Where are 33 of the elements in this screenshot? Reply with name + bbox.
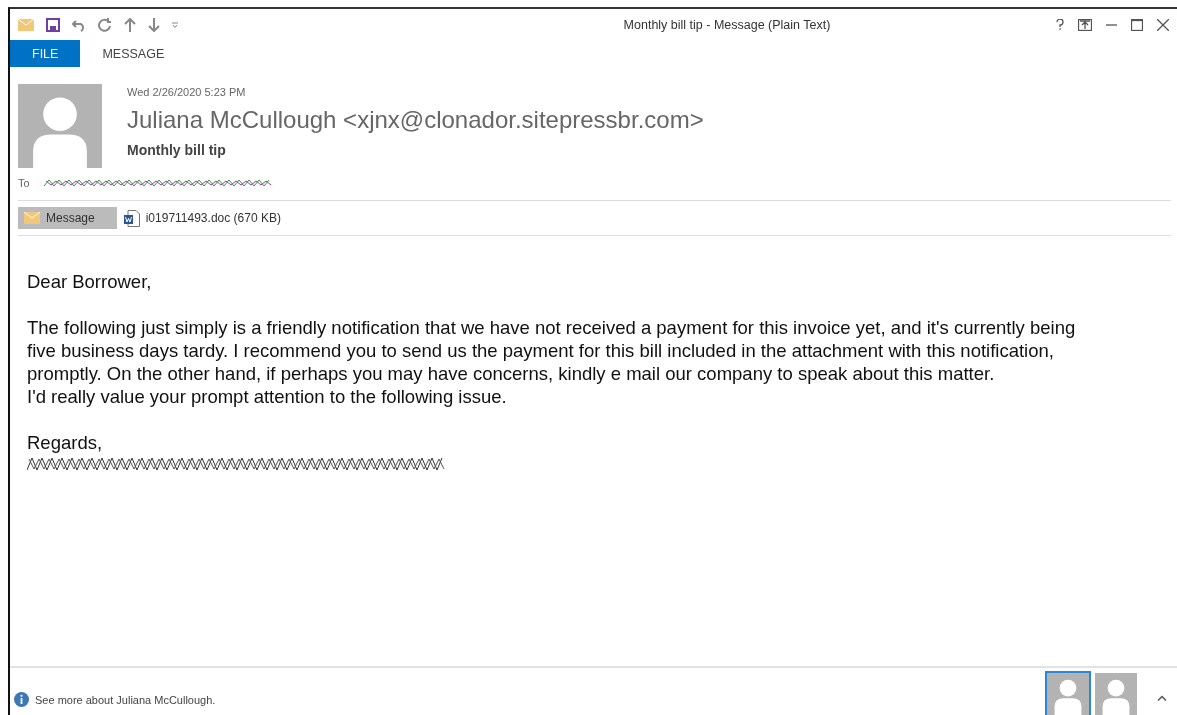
ribbon-tab[interactable]: MESSAGE	[80, 40, 187, 67]
body-text: I'd really value your prompt attention to the following issue.	[27, 385, 508, 408]
customize-icon[interactable]	[172, 21, 178, 28]
close-icon[interactable]	[1157, 18, 1169, 31]
contact-avatar[interactable]	[1045, 671, 1091, 715]
attachment-item[interactable]: i019711493.doc (670 KB)	[121, 207, 283, 229]
arrow-down-icon[interactable]	[148, 17, 160, 32]
redo-icon[interactable]	[98, 17, 112, 32]
info-icon	[14, 692, 29, 707]
window-title: Monthly bill tip - Message (Plain Text)	[622, 17, 832, 32]
message-subject: Monthly bill tip	[127, 142, 227, 158]
envelope-icon	[24, 212, 40, 224]
body-text: Regards,	[27, 431, 104, 454]
collapse-icon[interactable]	[1157, 695, 1167, 701]
minimize-icon[interactable]	[1106, 23, 1117, 26]
people-pane-text[interactable]: See more about Juliana McCullough.	[35, 693, 216, 706]
ribbon-tab[interactable]: FILE	[10, 40, 81, 67]
body-text: five business days tardy. I recommend you to send us the payment for this bill included in the attachment with this notification,	[27, 339, 1055, 362]
document-icon	[123, 209, 140, 227]
to-label: To	[18, 177, 30, 189]
sent-date: Wed 2/26/2020 5:23 PM	[127, 86, 247, 98]
ribbon-options-icon[interactable]	[1078, 18, 1092, 31]
sender-name: Juliana McCullough <xjnx@clonador.sitepressbr.com>	[127, 106, 704, 134]
message-tab[interactable]: Message	[18, 207, 117, 229]
body-text: Dear Borrower,	[27, 270, 153, 293]
save-icon[interactable]	[46, 17, 60, 32]
arrow-up-icon[interactable]	[124, 17, 136, 32]
undo-icon[interactable]	[72, 17, 86, 32]
help-icon[interactable]	[1056, 19, 1064, 30]
body-text: The following just simply is a friendly notification that we have not received a payment for this invoice yet, and it's currently being	[27, 316, 1077, 339]
maximize-icon[interactable]	[1131, 18, 1143, 31]
contact-avatar[interactable]	[1093, 671, 1139, 715]
body-text: promptly. On the other hand, if perhaps you may have concerns, kindly e mail our company to speak about this matter.	[27, 362, 996, 385]
